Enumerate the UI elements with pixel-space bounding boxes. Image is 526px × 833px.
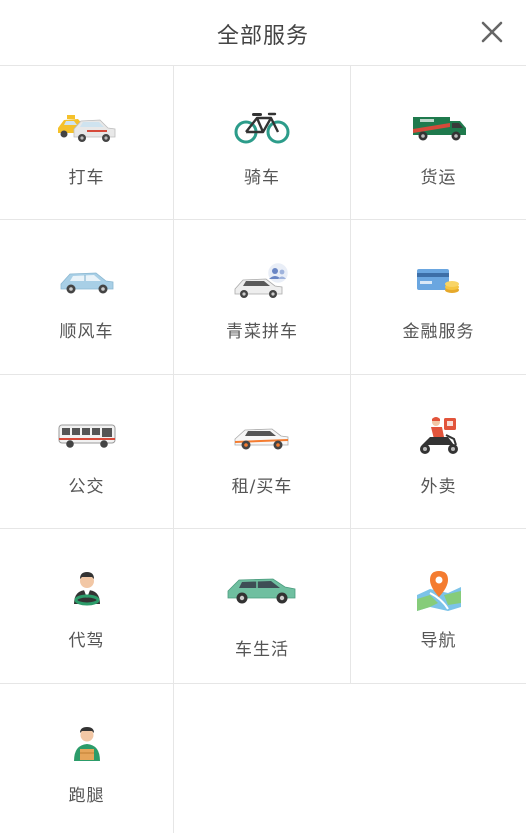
service-carpool[interactable]: 青菜拼车 (174, 220, 351, 375)
service-navigation[interactable]: 导航 (351, 529, 526, 684)
bus-icon (47, 413, 127, 459)
service-taxi[interactable]: 打车 (0, 66, 174, 220)
service-car-life[interactable]: 车生活 (174, 529, 351, 684)
close-button[interactable] (478, 18, 506, 46)
service-food-delivery[interactable]: 外卖 (351, 375, 526, 529)
car-icon (47, 258, 127, 304)
service-errand[interactable]: 跑腿 (0, 684, 174, 833)
service-designated-driver[interactable]: 代驾 (0, 529, 174, 684)
service-label: 公交 (68, 477, 105, 497)
service-label: 青菜拼车 (226, 322, 298, 342)
rent-car-icon (222, 413, 302, 459)
service-label: 外卖 (420, 477, 457, 497)
credit-card-icon (399, 258, 479, 304)
service-grid: 打车 骑车 货运 顺风车 青菜拼车 金融服务 公交 租/买车 外卖 代驾 车生活… (0, 66, 526, 833)
bicycle-icon (222, 104, 302, 150)
service-bus[interactable]: 公交 (0, 375, 174, 529)
service-freight[interactable]: 货运 (351, 66, 526, 220)
service-bicycle[interactable]: 骑车 (174, 66, 351, 220)
service-label: 骑车 (244, 168, 280, 188)
service-label: 打车 (68, 168, 105, 188)
service-hitch-ride[interactable]: 顺风车 (0, 220, 174, 375)
service-label: 车生活 (235, 640, 289, 660)
service-label: 代驾 (68, 631, 105, 651)
service-finance[interactable]: 金融服务 (351, 220, 526, 375)
header: 全部服务 (0, 0, 526, 66)
delivery-scooter-icon (399, 413, 479, 459)
empty-cell (174, 684, 351, 833)
taxi-icon (47, 104, 127, 150)
service-label: 顺风车 (59, 322, 114, 342)
courier-icon (47, 722, 127, 768)
service-label: 金融服务 (402, 322, 475, 342)
freight-van-icon (399, 104, 479, 150)
service-label: 租/买车 (231, 477, 293, 497)
empty-cell (351, 684, 526, 833)
service-rent-buy-car[interactable]: 租/买车 (174, 375, 351, 529)
carpool-icon (222, 258, 302, 304)
driver-icon (47, 567, 127, 613)
service-label: 导航 (420, 631, 457, 651)
map-pin-icon (399, 567, 479, 613)
service-label: 货运 (420, 168, 457, 188)
service-label: 跑腿 (68, 786, 105, 806)
page-title: 全部服务 (216, 24, 309, 49)
close-icon (481, 21, 503, 43)
suv-icon (222, 565, 302, 611)
